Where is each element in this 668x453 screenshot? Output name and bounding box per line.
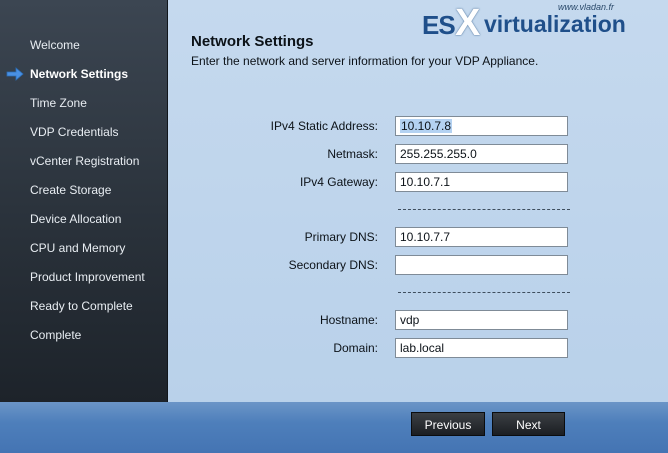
hostname-input[interactable] (395, 310, 568, 330)
watermark-x: X (455, 2, 481, 44)
sidebar-item-cpu-and-memory[interactable]: CPU and Memory (30, 238, 125, 258)
netmask-label: Netmask: (327, 147, 378, 161)
watermark-es: ES (422, 10, 456, 40)
secondary-dns-label: Secondary DNS: (288, 258, 378, 272)
primary-dns-input[interactable] (395, 227, 568, 247)
sidebar-item-device-allocation[interactable]: Device Allocation (30, 209, 121, 229)
secondary-dns-input[interactable] (395, 255, 568, 275)
sidebar-item-welcome[interactable]: Welcome (30, 35, 80, 55)
ipv4-static-address-value: 10.10.7.8 (400, 119, 453, 133)
primary-dns-label: Primary DNS: (304, 230, 378, 244)
watermark-virtualization: virtualization (484, 11, 626, 37)
ipv4-static-address-label: IPv4 Static Address: (270, 119, 378, 133)
watermark-logo: www.vladan.fr ES X virtualization (422, 2, 662, 44)
sidebar-item-vdp-credentials[interactable]: VDP Credentials (30, 122, 119, 142)
sidebar-item-product-improvement[interactable]: Product Improvement (30, 267, 145, 287)
domain-input[interactable] (395, 338, 568, 358)
page-subtitle: Enter the network and server information… (191, 54, 539, 68)
sidebar-item-create-storage[interactable]: Create Storage (30, 180, 111, 200)
sidebar-item-ready-to-complete[interactable]: Ready to Complete (30, 296, 133, 316)
previous-button[interactable]: Previous (411, 412, 485, 436)
sidebar-item-complete[interactable]: Complete (30, 325, 81, 345)
ipv4-gateway-input[interactable] (395, 172, 568, 192)
page-title: Network Settings (191, 33, 314, 50)
ipv4-static-address-input[interactable]: 10.10.7.8 (395, 116, 568, 136)
netmask-input[interactable] (395, 144, 568, 164)
separator (398, 292, 570, 293)
separator (398, 209, 570, 210)
sidebar-item-time-zone[interactable]: Time Zone (30, 93, 87, 113)
sidebar-item-vcenter-registration[interactable]: vCenter Registration (30, 151, 139, 171)
hostname-label: Hostname: (319, 313, 378, 327)
right-arrow-icon (6, 67, 24, 81)
sidebar-item-network-settings[interactable]: Network Settings (30, 64, 128, 84)
next-button[interactable]: Next (492, 412, 565, 436)
domain-label: Domain: (333, 341, 378, 355)
ipv4-gateway-label: IPv4 Gateway: (299, 175, 378, 189)
wizard-sidebar: Welcome Network Settings Time Zone VDP C… (0, 0, 168, 402)
wizard-content: www.vladan.fr ES X virtualization Networ… (168, 0, 668, 402)
wizard-footer: Previous Next (0, 402, 668, 453)
